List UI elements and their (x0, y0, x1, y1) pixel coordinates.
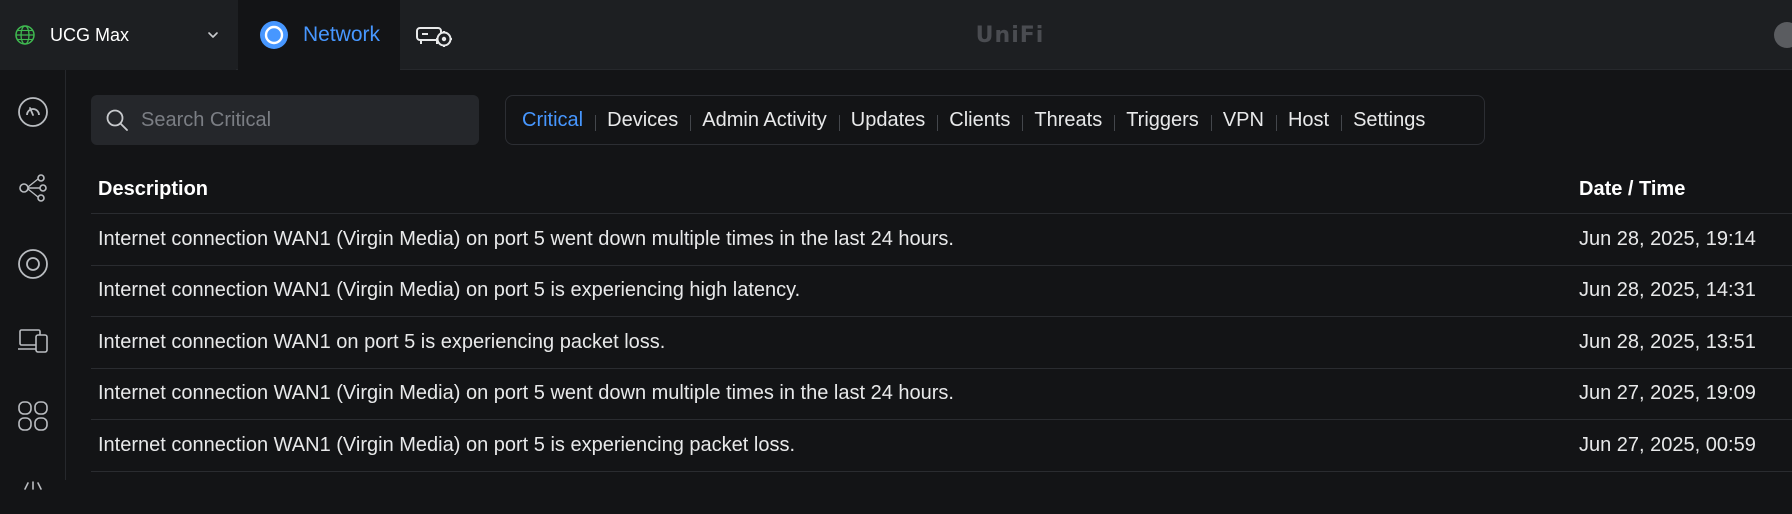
row-datetime: Jun 28, 2025, 19:14 (1579, 227, 1756, 250)
sidebar-item-more[interactable] (8, 464, 58, 514)
table-row[interactable]: Internet connection WAN1 (Virgin Media) … (91, 214, 1792, 266)
globe-icon (15, 25, 35, 45)
tab-host[interactable]: Host (1275, 109, 1341, 132)
column-header-description[interactable]: Description (98, 178, 208, 201)
more-icon (24, 481, 42, 490)
tab-triggers[interactable]: Triggers (1114, 109, 1211, 132)
unifi-logo: UniFi (975, 22, 1045, 48)
row-datetime: Jun 27, 2025, 00:59 (1579, 433, 1756, 456)
sidebar-item-dashboard[interactable] (8, 87, 58, 137)
sidebar-item-unifi-devices[interactable] (8, 239, 58, 289)
search-box[interactable] (91, 95, 479, 145)
critical-events-table: Description Date / Time Internet connect… (91, 166, 1792, 472)
tab-admin-activity[interactable]: Admin Activity (690, 109, 838, 132)
row-datetime: Jun 27, 2025, 19:09 (1579, 382, 1756, 405)
row-datetime: Jun 28, 2025, 13:51 (1579, 330, 1756, 353)
client-devices-icon (18, 329, 48, 353)
sidebar-item-client-devices[interactable] (8, 315, 58, 365)
console-name: UCG Max (50, 24, 130, 45)
sidebar-item-topology[interactable] (8, 163, 58, 213)
dashboard-icon (18, 97, 48, 127)
table-header: Description Date / Time (91, 166, 1792, 214)
row-description: Internet connection WAN1 (Virgin Media) … (98, 279, 801, 302)
apps-icon (18, 401, 48, 431)
tab-clients[interactable]: Clients (937, 109, 1022, 132)
tab-updates[interactable]: Updates (838, 109, 938, 132)
table-row[interactable]: Internet connection WAN1 (Virgin Media) … (91, 369, 1792, 420)
unifi-devices-icon (18, 249, 48, 279)
gateway-gear-icon (416, 27, 452, 47)
tab-settings[interactable]: Settings (1341, 109, 1437, 132)
search-icon (106, 109, 128, 131)
topology-icon (19, 174, 47, 202)
network-app-icon (260, 21, 288, 49)
tab-vpn[interactable]: VPN (1210, 109, 1276, 132)
top-bar: UCG Max Network UniFi (0, 0, 1792, 70)
avatar[interactable] (1774, 22, 1792, 48)
left-rail (0, 70, 66, 490)
tab-critical[interactable]: Critical (518, 109, 595, 132)
gateway-settings-button[interactable] (412, 16, 456, 54)
search-input[interactable] (141, 108, 461, 132)
table-row[interactable]: Internet connection WAN1 on port 5 is ex… (91, 317, 1792, 369)
row-datetime: Jun 28, 2025, 14:31 (1579, 279, 1756, 302)
app-tab-network[interactable]: Network (238, 0, 400, 70)
row-description: Internet connection WAN1 on port 5 is ex… (98, 330, 666, 353)
row-description: Internet connection WAN1 (Virgin Media) … (98, 227, 954, 250)
chevron-down-icon (208, 32, 218, 38)
app-tab-label: Network (303, 23, 381, 46)
table-row[interactable]: Internet connection WAN1 (Virgin Media) … (91, 420, 1792, 472)
log-category-tabs: Critical Devices Admin Activity Updates … (505, 95, 1485, 145)
tab-threats[interactable]: Threats (1022, 109, 1114, 132)
tab-devices[interactable]: Devices (595, 109, 690, 132)
table-row[interactable]: Internet connection WAN1 (Virgin Media) … (91, 266, 1792, 317)
row-description: Internet connection WAN1 (Virgin Media) … (98, 382, 954, 405)
sidebar-item-apps[interactable] (8, 391, 58, 441)
console-selector[interactable]: UCG Max (0, 0, 236, 70)
column-header-datetime[interactable]: Date / Time (1579, 178, 1685, 201)
row-description: Internet connection WAN1 (Virgin Media) … (98, 433, 796, 456)
